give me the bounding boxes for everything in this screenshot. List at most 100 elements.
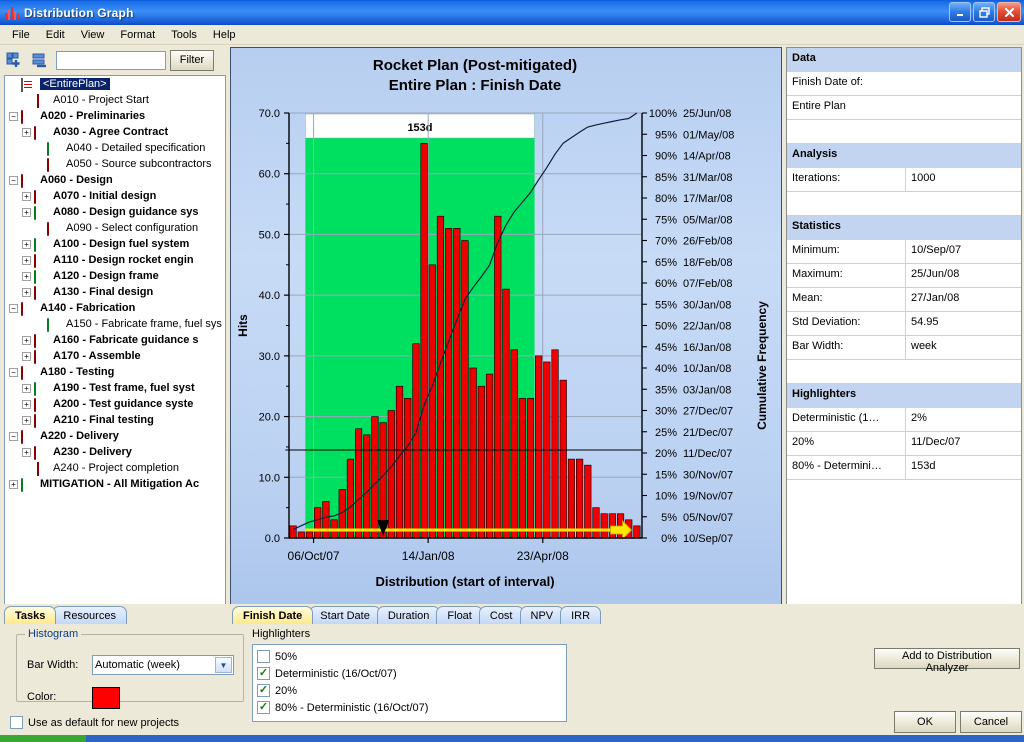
highlighter-checkbox[interactable] [257,650,270,663]
tree-item[interactable]: A040 - Detailed specification [5,140,225,156]
restore-button[interactable] [973,2,995,22]
tree-expander-plus-icon[interactable]: + [22,335,31,345]
highlighter-checkbox[interactable] [257,701,270,714]
data-row: Std Deviation: 54.95 [787,312,1021,336]
chevron-down-icon[interactable]: ▼ [215,657,232,673]
filter-button[interactable]: Filter [170,49,214,71]
tree-item[interactable]: − A220 - Delivery [5,428,225,444]
tree-item-label: A220 - Delivery [40,430,119,442]
task-tree[interactable]: <EntirePlan> A010 - Project Start − A020 - … [4,75,226,625]
tree-expander-plus-icon[interactable]: + [22,447,31,457]
tree-item[interactable]: A240 - Project completion [5,460,225,476]
highlighter-checkbox[interactable] [257,684,270,697]
menu-item-edit[interactable]: Edit [38,27,73,43]
highlighter-item[interactable]: 50% [257,648,562,665]
histogram-bar [436,215,445,539]
tree-expander-plus-icon[interactable]: + [9,479,18,489]
highlighter-checkbox[interactable] [257,667,270,680]
tab-irr[interactable]: IRR [560,606,602,624]
tree-expander-plus-icon[interactable]: + [22,399,31,409]
tree-item[interactable]: + A200 - Test guidance syste [5,396,225,412]
histogram-bar [510,349,518,539]
highlighter-item[interactable]: 20% [257,682,562,699]
tree-item[interactable]: + MITIGATION - All Mitigation Ac [5,476,225,492]
menu-item-format[interactable]: Format [112,27,163,43]
tab-finish-date[interactable]: Finish Date [232,606,314,624]
tree-item[interactable]: + A120 - Design frame [5,268,225,284]
tree-item[interactable]: + A130 - Final design [5,284,225,300]
tree-item[interactable]: − A060 - Design [5,172,225,188]
data-row: Maximum: 25/Jun/08 [787,264,1021,288]
tree-item[interactable]: A150 - Fabricate frame, fuel sys [5,316,225,332]
menu-item-tools[interactable]: Tools [163,27,205,43]
tab-float[interactable]: Float [436,606,483,624]
menu-item-view[interactable]: View [73,27,113,43]
tree-item[interactable]: − A020 - Preliminaries [5,108,225,124]
use-as-default-checkbox[interactable]: Use as default for new projects [10,716,179,729]
tree-item[interactable]: + A230 - Delivery [5,444,225,460]
bar-width-select[interactable]: Automatic (week) ▼ [92,655,234,675]
tab-cost[interactable]: Cost [478,606,524,624]
tree-expander-plus-icon[interactable]: + [22,191,31,201]
tab-start-date[interactable]: Start Date [309,606,381,624]
summary-bar-red-icon [21,109,36,124]
tree-expander-minus-icon[interactable]: − [9,175,18,185]
tree-item[interactable]: + A170 - Assemble [5,348,225,364]
tab-resources[interactable]: Resources [52,606,127,624]
tree-expander-minus-icon[interactable]: − [9,367,18,377]
tab-duration[interactable]: Duration [376,606,441,624]
highlighter-item[interactable]: 80% - Deterministic (16/Oct/07) [257,699,562,716]
tree-expander-plus-icon[interactable]: + [22,287,31,297]
tree-item[interactable]: + A160 - Fabricate guidance s [5,332,225,348]
percentile-date-label: 25/Jun/08 [683,108,731,120]
summary-bar-green-icon [34,381,49,396]
tree-item[interactable]: + A110 - Design rocket engin [5,252,225,268]
highlighter-item[interactable]: Deterministic (16/Oct/07) [257,665,562,682]
ok-button[interactable]: OK [894,711,956,733]
add-to-distribution-analyzer-button[interactable]: Add to Distribution Analyzer [874,648,1020,674]
tree-expander-plus-icon[interactable]: + [22,415,31,425]
tree-expander-plus-icon[interactable]: + [22,127,31,137]
tree-expander-minus-icon[interactable]: − [9,303,18,313]
tree-item[interactable]: + A030 - Agree Contract [5,124,225,140]
data-row: 80% - Determini… 153d [787,456,1021,480]
tree-expander-plus-icon[interactable]: + [22,383,31,393]
minimize-button[interactable] [949,2,971,22]
tree-item[interactable]: A090 - Select configuration [5,220,225,236]
tree-item[interactable]: + A190 - Test frame, fuel syst [5,380,225,396]
tree-item-label: A180 - Testing [40,366,115,378]
menu-item-file[interactable]: File [4,27,38,43]
tree-expander-plus-icon[interactable]: + [22,351,31,361]
tree-item[interactable]: + A080 - Design guidance sys [5,204,225,220]
add-nodes-icon[interactable] [4,50,26,70]
tree-expander-minus-icon[interactable]: − [9,111,18,121]
cancel-button[interactable]: Cancel [960,711,1022,733]
tree-item[interactable]: + A070 - Initial design [5,188,225,204]
tab-npv[interactable]: NPV [519,606,565,624]
filter-input[interactable] [56,50,166,70]
tree-item[interactable]: − A140 - Fabrication [5,300,225,316]
tree-item[interactable]: A010 - Project Start [5,92,225,108]
histogram-bar [420,143,428,539]
tree-expander-plus-icon[interactable]: + [22,207,31,217]
tree-item-label: A210 - Final testing [53,414,154,426]
tab-tasks[interactable]: Tasks [4,606,57,624]
tree-expander-minus-icon[interactable]: − [9,431,18,441]
histogram-color-swatch[interactable] [92,687,120,709]
use-as-default-checkbox-box[interactable] [10,716,23,729]
tree-item[interactable]: A050 - Source subcontractors [5,156,225,172]
tree-expander-plus-icon[interactable]: + [22,239,31,249]
y-axis-tick-label: 60.0 [259,169,280,181]
tree-expander-plus-icon[interactable]: + [22,271,31,281]
menu-item-help[interactable]: Help [205,27,244,43]
tree-expander-plus-icon[interactable]: + [22,255,31,265]
tree-item[interactable]: + A100 - Design fuel system [5,236,225,252]
tree-item[interactable]: <EntirePlan> [5,76,225,92]
close-button[interactable] [997,2,1021,22]
tree-item[interactable]: − A180 - Testing [5,364,225,380]
data-row-label: Maximum: [792,268,843,280]
data-row-value: 1000 [905,168,1021,191]
tree-item[interactable]: + A210 - Final testing [5,412,225,428]
remove-nodes-icon[interactable] [30,50,52,70]
highlighters-list[interactable]: 50% Deterministic (16/Oct/07) 20% 80% - Det… [252,644,567,722]
